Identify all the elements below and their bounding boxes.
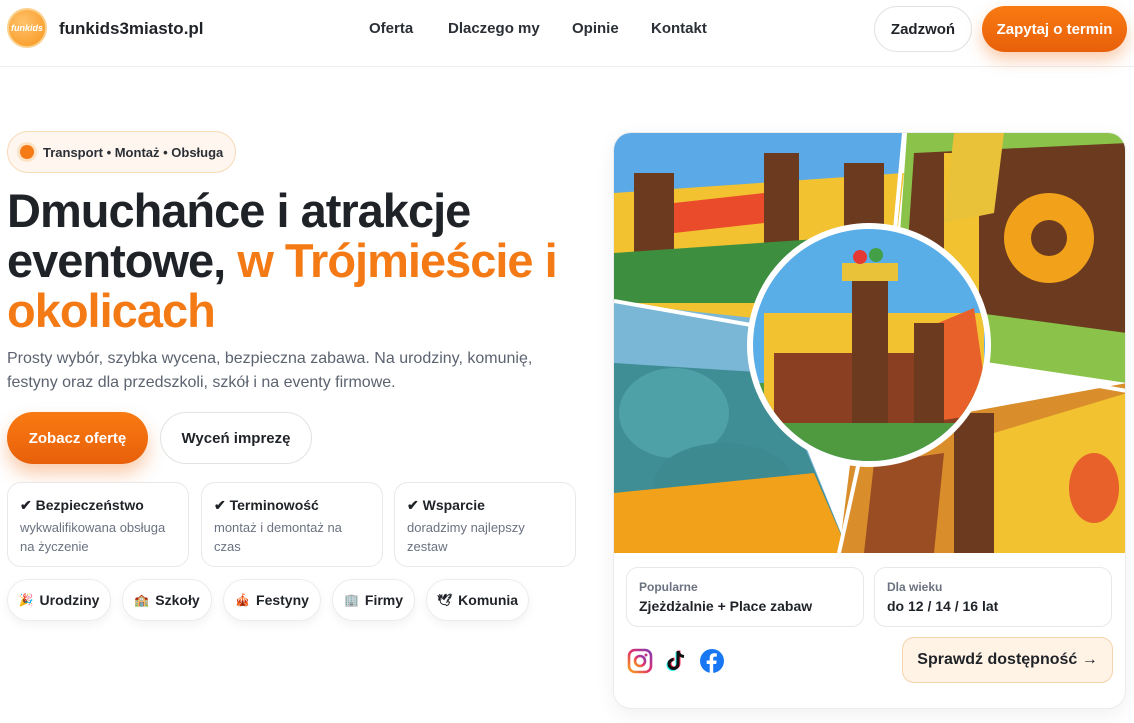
feature-desc: doradzimy najlepszy zestaw: [407, 520, 525, 554]
bouncy-castle-collage: [614, 133, 1125, 553]
tag-label: Urodziny: [39, 592, 100, 608]
services-pill-label: Transport • Montaż • Obsługa: [43, 144, 224, 160]
popular-box: Popularne Zjeżdżalnie + Place zabaw: [626, 567, 864, 627]
tag-urodziny[interactable]: 🎉 Urodziny: [7, 579, 111, 621]
services-pill: Transport • Montaż • Obsługa: [7, 131, 237, 173]
nav-kontakt[interactable]: Kontakt: [651, 20, 707, 37]
dot-icon: [20, 145, 34, 159]
school-icon: 🏫: [134, 593, 150, 607]
age-label: Dla wieku: [887, 580, 943, 594]
site-header: funkids funkids3miasto.pl Oferta Dlaczeg…: [0, 0, 1134, 67]
feature-card-support: ✔ Wsparcie doradzimy najlepszy zestaw: [394, 482, 576, 567]
feature-title: ✔ Wsparcie: [407, 497, 485, 513]
hero-card: Popularne Zjeżdżalnie + Place zabaw Dla …: [613, 132, 1126, 709]
popular-value: Zjeżdżalnie + Place zabaw: [639, 598, 813, 614]
nav-opinie[interactable]: Opinie: [572, 20, 619, 37]
logo[interactable]: funkids: [7, 8, 47, 48]
circus-tent-icon: 🎪: [235, 593, 251, 607]
feature-card-safety: ✔ Bezpieczeństwo wykwalifikowana obsługa…: [7, 482, 189, 567]
tag-firmy[interactable]: 🏢 Firmy: [332, 579, 415, 621]
nav-dlaczego-my[interactable]: Dlaczego my: [448, 20, 540, 37]
see-offer-button[interactable]: Zobacz ofertę: [7, 412, 148, 464]
tag-festyny[interactable]: 🎪 Festyny: [223, 579, 321, 621]
office-building-icon: 🏢: [343, 593, 359, 607]
tag-label: Firmy: [364, 592, 404, 608]
tag-label: Szkoły: [155, 592, 200, 608]
tag-szkoly[interactable]: 🏫 Szkoły: [122, 579, 212, 621]
feature-title: ✔ Terminowość: [214, 497, 319, 513]
hero-lead: Prosty wybór, szybka wycena, bezpieczna …: [7, 350, 533, 391]
facebook-icon[interactable]: [699, 648, 725, 674]
tiktok-icon[interactable]: [663, 648, 689, 674]
page-title: Dmuchańce i atrakcje eventowe, w Trójmie…: [7, 186, 587, 336]
popular-label: Popularne: [639, 580, 698, 594]
nav-oferta[interactable]: Oferta: [369, 20, 413, 37]
instagram-icon[interactable]: [627, 648, 653, 674]
collage-image: [614, 133, 1125, 553]
quote-button[interactable]: Wyceń imprezę: [160, 412, 312, 464]
feature-desc: montaż i demontaż na czas: [214, 520, 342, 554]
feature-card-timeliness: ✔ Terminowość montaż i demontaż na czas: [201, 482, 383, 567]
brand-name[interactable]: funkids3miasto.pl: [59, 19, 204, 39]
party-icon: 🎉: [18, 593, 34, 607]
ask-date-button[interactable]: Zapytaj o termin: [982, 6, 1127, 52]
age-value: do 12 / 14 / 16 lat: [887, 598, 999, 614]
feature-title: ✔ Bezpieczeństwo: [20, 497, 144, 513]
feature-desc: wykwalifikowana obsługa na życzenie: [20, 520, 166, 554]
logo-text: funkids: [10, 23, 43, 33]
tag-label: Komunia: [458, 592, 519, 608]
tag-label: Festyny: [256, 592, 309, 608]
call-button[interactable]: Zadzwoń: [874, 6, 972, 52]
age-box: Dla wieku do 12 / 14 / 16 lat: [874, 567, 1112, 627]
dove-icon: 🕊: [436, 593, 453, 607]
tag-komunia[interactable]: 🕊 Komunia: [426, 579, 529, 621]
check-availability-button[interactable]: Sprawdź dostępność →: [902, 637, 1113, 683]
